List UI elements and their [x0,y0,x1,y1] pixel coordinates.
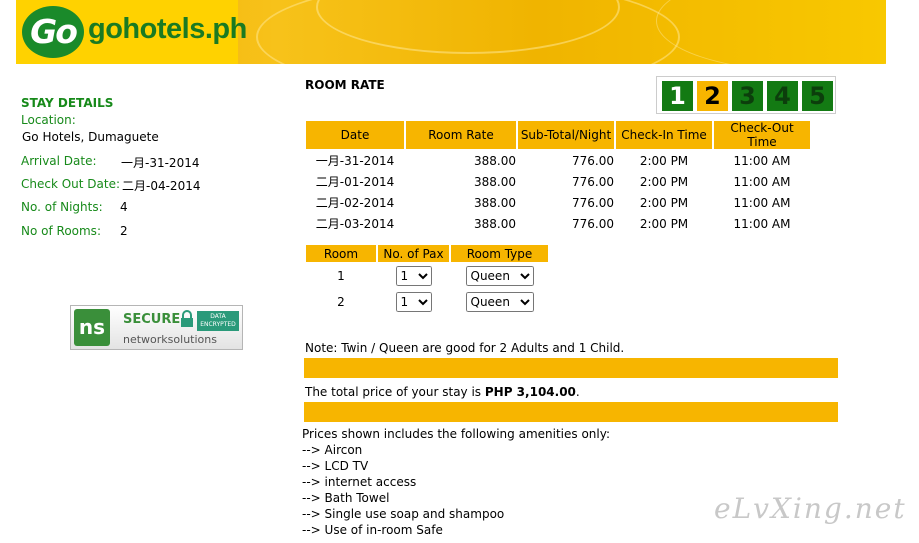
arrival-date-label: Arrival Date: [21,154,97,168]
rate-date: 二月-02-2014 [315,196,395,210]
column-header-subtotal: Sub-Total/Night [518,121,614,149]
secure-seal-badge[interactable]: ns SECURE DATA ENCRYPTED networksolution… [70,305,243,350]
step-1[interactable]: 1 [662,81,693,111]
rate-checkout: 11:00 AM [733,153,791,168]
total-price-suffix: . [575,385,580,399]
table-row: 二月-01-2014 388.00 776.00 2:00 PM 11:00 A… [306,172,810,191]
table-row: 二月-03-2014 388.00 776.00 2:00 PM 11:00 A… [306,214,810,233]
column-header-date: Date [306,121,404,149]
rate-checkin: 2:00 PM [639,153,689,168]
total-price-prefix: The total price of your stay is [305,385,485,399]
lock-icon [181,310,193,327]
room-type-cell: Queen [451,290,548,314]
pax-cell: 1 [378,290,449,314]
rate-checkin: 2:00 PM [639,174,689,189]
column-header-room-rate: Room Rate [406,121,516,149]
amenity-item: --> Single use soap and shampoo [302,507,505,521]
step-5[interactable]: 5 [802,81,833,111]
location-value: Go Hotels, Dumaguete [22,130,159,144]
divider-bar [304,358,838,378]
column-header-room-type: Room Type [451,245,548,262]
rooms-table: Room No. of Pax Room Type 1 1 Queen 2 1 … [304,243,550,316]
room-type-select[interactable]: Queen [465,266,534,286]
nights-value: 4 [120,200,128,214]
amenity-item: --> LCD TV [302,459,369,473]
table-row: 二月-02-2014 388.00 776.00 2:00 PM 11:00 A… [306,193,810,212]
amenity-item: --> Aircon [302,443,363,457]
logo-wordmark: gohotels.ph [88,13,247,45]
rate-date: 一月-31-2014 [315,154,395,168]
rooms-value: 2 [120,224,128,238]
site-logo[interactable]: Go gohotels.ph [16,0,247,64]
rate-amount: 388.00 [474,153,516,168]
network-solutions-logo: ns [74,309,110,346]
pax-cell: 1 [378,264,449,288]
pax-select[interactable]: 1 [395,266,432,286]
pax-select[interactable]: 1 [395,292,432,312]
seal-encrypted-text: DATA ENCRYPTED [197,311,239,331]
total-price-line: The total price of your stay is PHP 3,10… [305,385,580,399]
step-2[interactable]: 2 [697,81,728,111]
step-3[interactable]: 3 [732,81,763,111]
room-rates-table: Date Room Rate Sub-Total/Night Check-In … [304,119,812,235]
rate-amount: 388.00 [474,174,516,189]
table-header-row: Room No. of Pax Room Type [306,245,548,262]
seal-secure-text: SECURE [123,312,181,327]
stay-details-title: STAY DETAILS [21,96,114,110]
rate-amount: 388.00 [474,195,516,210]
site-header: Go gohotels.ph [16,0,886,64]
checkout-date-value: 二月-04-2014 [122,179,201,193]
table-row: 1 1 Queen [306,264,548,288]
rate-date: 二月-03-2014 [315,217,395,231]
watermark: eLvXing.net [714,492,907,525]
room-number: 2 [337,295,345,309]
logo-go-mark: Go [22,6,84,58]
rate-checkout: 11:00 AM [733,174,791,189]
booking-steps: 1 2 3 4 5 [656,76,836,114]
column-header-pax: No. of Pax [378,245,449,262]
checkout-date-label: Check Out Date: [21,177,121,191]
amenity-item: --> Bath Towel [302,491,390,505]
room-type-select[interactable]: Queen [465,292,534,312]
room-note: Note: Twin / Queen are good for 2 Adults… [305,341,625,355]
divider-bar [304,402,838,422]
room-type-cell: Queen [451,264,548,288]
rate-amount: 388.00 [474,216,516,231]
seal-brand-text: networksolutions [123,333,217,346]
table-row: 2 1 Queen [306,290,548,314]
amenities-intro: Prices shown includes the following amen… [302,427,610,441]
rooms-label: No of Rooms: [21,224,101,238]
header-swirl-decoration [656,0,886,64]
room-number: 1 [337,269,345,283]
amenity-item: --> internet access [302,475,417,489]
rate-date: 二月-01-2014 [315,175,395,189]
total-price-amount: PHP 3,104.00 [484,385,576,399]
rate-subtotal: 776.00 [572,174,614,189]
table-row: 一月-31-2014 388.00 776.00 2:00 PM 11:00 A… [306,151,810,170]
rate-checkout: 11:00 AM [733,195,791,210]
nights-label: No. of Nights: [21,200,103,214]
table-header-row: Date Room Rate Sub-Total/Night Check-In … [306,121,810,149]
column-header-room: Room [306,245,376,262]
location-label: Location: [21,113,76,127]
rate-subtotal: 776.00 [572,216,614,231]
rate-subtotal: 776.00 [572,153,614,168]
rate-subtotal: 776.00 [572,195,614,210]
arrival-date-value: 一月-31-2014 [121,156,200,170]
column-header-checkin: Check-In Time [616,121,712,149]
rate-checkout: 11:00 AM [733,216,791,231]
amenity-item: --> Use of in-room Safe [302,523,443,537]
rate-checkin: 2:00 PM [639,195,689,210]
column-header-checkout: Check-Out Time [714,121,810,149]
amenities-list: Prices shown includes the following amen… [302,426,610,538]
room-rate-title: ROOM RATE [305,78,385,92]
step-4[interactable]: 4 [767,81,798,111]
rate-checkin: 2:00 PM [639,216,689,231]
